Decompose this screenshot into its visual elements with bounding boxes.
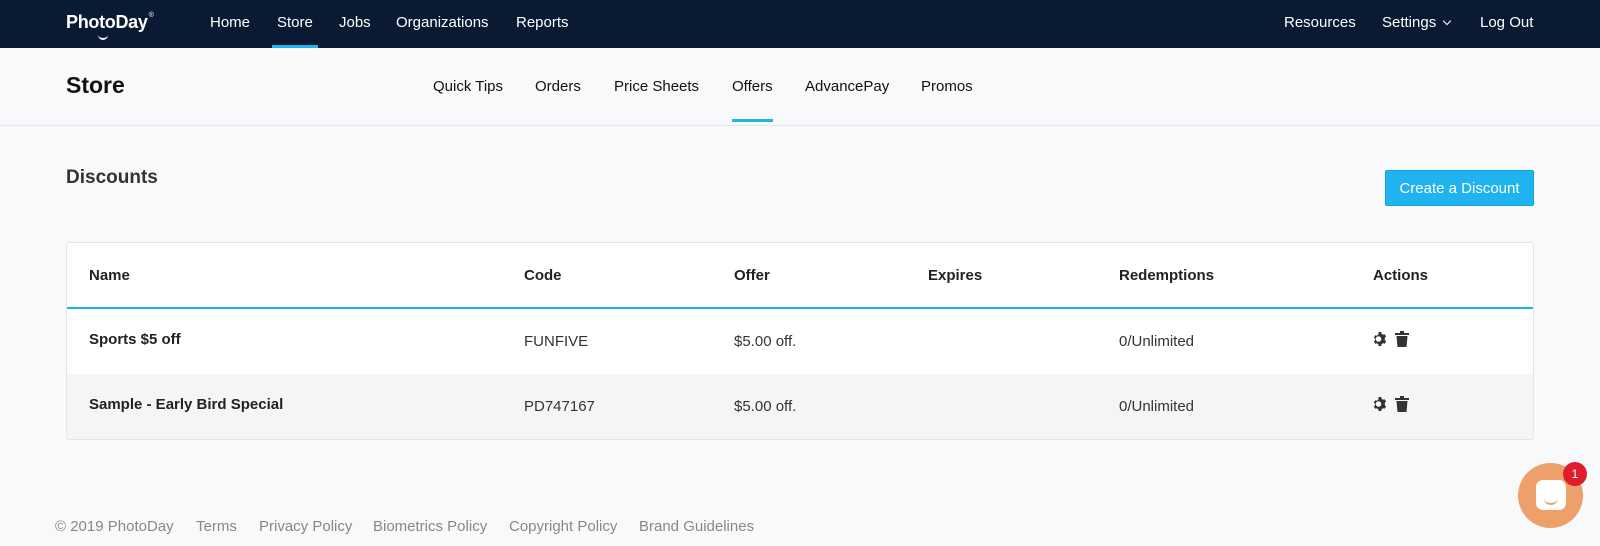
tab-advancepay[interactable]: AdvancePay [805, 48, 889, 126]
nav-logout[interactable]: Log Out [1480, 0, 1533, 48]
nav-organizations[interactable]: Organizations [396, 0, 489, 48]
section-title: Discounts [66, 167, 158, 188]
logo-text: PhotoDay [66, 12, 148, 32]
chat-icon [1536, 480, 1566, 510]
column-header-code[interactable]: Code [524, 267, 562, 284]
column-header-redemptions[interactable]: Redemptions [1119, 267, 1214, 284]
gear-icon[interactable] [1372, 396, 1388, 417]
column-header-name[interactable]: Name [89, 267, 130, 284]
photoday-logo[interactable]: PhotoDay® [66, 12, 154, 40]
footer-link-biometrics-policy[interactable]: Biometrics Policy [373, 518, 487, 535]
discount-code: PD747167 [524, 398, 595, 415]
logo-trademark: ® [148, 12, 154, 19]
table-row: Sample - Early Bird Special PD747167 $5.… [67, 374, 1533, 439]
nav-settings-dropdown[interactable]: Settings [1382, 0, 1452, 48]
discount-offer: $5.00 off. [734, 398, 797, 415]
chat-notification-badge: 1 [1563, 462, 1587, 486]
create-discount-button[interactable]: Create a Discount [1385, 170, 1534, 206]
discount-redemptions: 0/Unlimited [1119, 333, 1195, 350]
nav-reports[interactable]: Reports [516, 0, 569, 48]
row-actions [1372, 331, 1409, 352]
column-header-offer[interactable]: Offer [734, 267, 770, 284]
discount-offer: $5.00 off. [734, 333, 797, 350]
discount-name[interactable]: Sample - Early Bird Special [89, 396, 283, 413]
chevron-down-icon [1442, 16, 1452, 26]
logo-smile-icon [98, 34, 108, 40]
discounts-table: Name Code Offer Expires Redemptions Acti… [66, 242, 1534, 440]
discount-name[interactable]: Sports $5 off [89, 331, 181, 348]
tab-offers[interactable]: Offers [732, 48, 773, 126]
table-row: Sports $5 off FUNFIVE $5.00 off. 0/Unlim… [67, 309, 1533, 374]
footer-link-privacy-policy[interactable]: Privacy Policy [259, 518, 352, 535]
discount-redemptions: 0/Unlimited [1119, 398, 1195, 415]
footer-link-brand-guidelines[interactable]: Brand Guidelines [639, 518, 754, 535]
footer-link-copyright-policy[interactable]: Copyright Policy [509, 518, 617, 535]
store-subheader: Store Quick Tips Orders Price Sheets Off… [0, 48, 1600, 126]
nav-jobs[interactable]: Jobs [339, 0, 371, 48]
nav-home[interactable]: Home [210, 0, 250, 48]
table-header: Name Code Offer Expires Redemptions Acti… [67, 243, 1533, 309]
footer-link-terms[interactable]: Terms [196, 518, 237, 535]
tab-promos[interactable]: Promos [921, 48, 973, 126]
column-header-actions: Actions [1373, 267, 1429, 284]
tab-price-sheets[interactable]: Price Sheets [614, 48, 699, 126]
trash-icon[interactable] [1395, 396, 1409, 417]
gear-icon[interactable] [1372, 331, 1388, 352]
footer-copyright: © 2019 PhotoDay [55, 518, 174, 535]
tab-orders[interactable]: Orders [535, 48, 581, 126]
nav-resources[interactable]: Resources [1284, 0, 1356, 48]
nav-settings-label: Settings [1382, 14, 1437, 31]
row-actions [1372, 396, 1409, 417]
tab-quick-tips[interactable]: Quick Tips [433, 48, 503, 126]
trash-icon[interactable] [1395, 331, 1409, 352]
discount-code: FUNFIVE [524, 333, 589, 350]
column-header-expires[interactable]: Expires [928, 267, 982, 284]
nav-store[interactable]: Store [272, 0, 318, 48]
top-navbar: PhotoDay® Home Store Jobs Organizations … [0, 0, 1600, 48]
page-title: Store [66, 72, 125, 98]
